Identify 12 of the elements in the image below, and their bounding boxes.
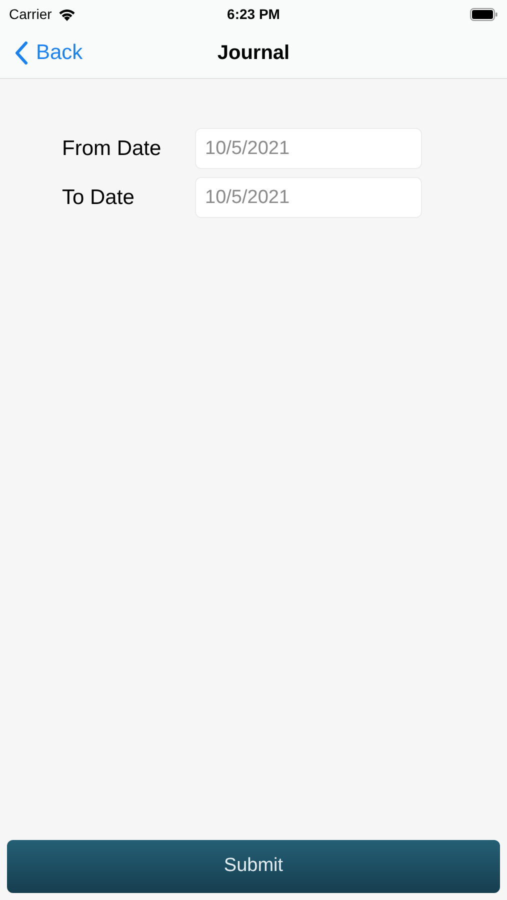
nav-title: Journal (217, 41, 290, 66)
submit-button[interactable]: Submit (7, 840, 500, 893)
field-label: From Date (62, 136, 162, 162)
chevron-left-icon (14, 41, 28, 65)
date-field[interactable]: 10/5/2021 (195, 177, 422, 218)
wifi-icon (58, 8, 76, 20)
carrier-text: Carrier (9, 4, 52, 24)
battery-icon (470, 8, 498, 20)
field-label: To Date (62, 184, 136, 211)
status-time: 6:23 PM (227, 4, 280, 24)
date-field[interactable]: 10/5/2021 (195, 128, 422, 169)
back-button[interactable]: Back (14, 37, 83, 69)
